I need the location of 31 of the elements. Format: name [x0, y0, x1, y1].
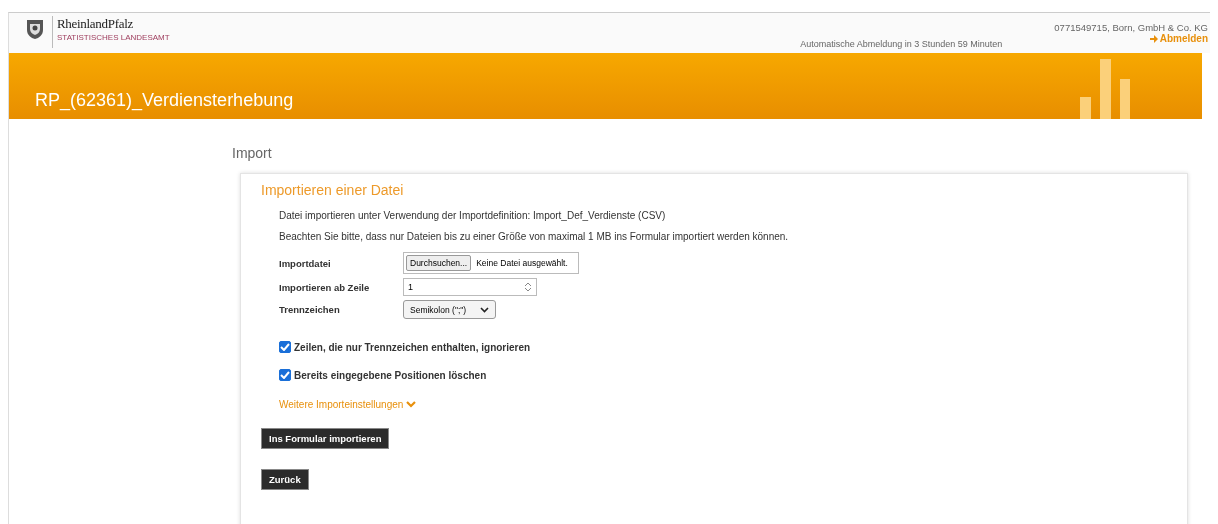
import-button[interactable]: Ins Formular importieren	[261, 428, 390, 449]
chevron-down-icon	[406, 401, 417, 408]
back-button[interactable]: Zurück	[261, 469, 309, 490]
field-label: Importieren ab Zeile	[279, 281, 370, 293]
logo-name: RheinlandPfalz	[57, 16, 134, 32]
check-icon	[280, 371, 290, 379]
bar-chart-drawing	[1080, 59, 1130, 119]
field-label: Importdatei	[279, 257, 331, 269]
chevron-down-icon	[480, 306, 490, 313]
spinner-icon	[524, 281, 532, 293]
info-text: Datei importieren unter Verwendung der Importdefinition: Import_Def_Verdienste (CSV)	[279, 210, 667, 221]
check-icon	[280, 343, 290, 351]
crest-icon	[26, 18, 44, 40]
file-field[interactable]: Durchsuchen... Keine Datei ausgewählt.	[403, 252, 579, 274]
page-title: Import	[232, 145, 273, 161]
checkbox-label: Zeilen, die nur Trennzeichen enthalten, ignorieren	[294, 341, 531, 353]
banner-title: RP_(62361)_Verdiensterhebung	[34, 90, 294, 113]
file-status: Keine Datei ausgewählt.	[476, 258, 568, 268]
field-label: Trennzeichen	[279, 304, 340, 315]
browse-button[interactable]: Durchsuchen...	[406, 255, 472, 271]
arrow-icon	[1149, 34, 1158, 43]
checkbox[interactable]	[279, 341, 291, 353]
session-notice: Automatische Abmeldung in 3 Stunden 59 Minuten	[800, 39, 1003, 49]
user-info: 0771549715, Born, GmbH & Co. KG	[1054, 22, 1208, 33]
number-field[interactable]: 1	[403, 278, 537, 296]
checkbox[interactable]	[279, 369, 291, 381]
info-text: Beachten Sie bitte, dass nur Dateien bis zu einer Größe von maximal 1 MB ins Formular importiert werden können.	[279, 231, 790, 242]
panel-title: Importieren einer Datei	[261, 182, 405, 198]
separator-dropdown[interactable]: Semikolon (";")	[403, 300, 497, 319]
logo-subtitle: STATISTISCHES LANDESAMT	[57, 33, 170, 42]
checkbox-label: Bereits eingegebene Positionen löschen	[294, 369, 487, 381]
